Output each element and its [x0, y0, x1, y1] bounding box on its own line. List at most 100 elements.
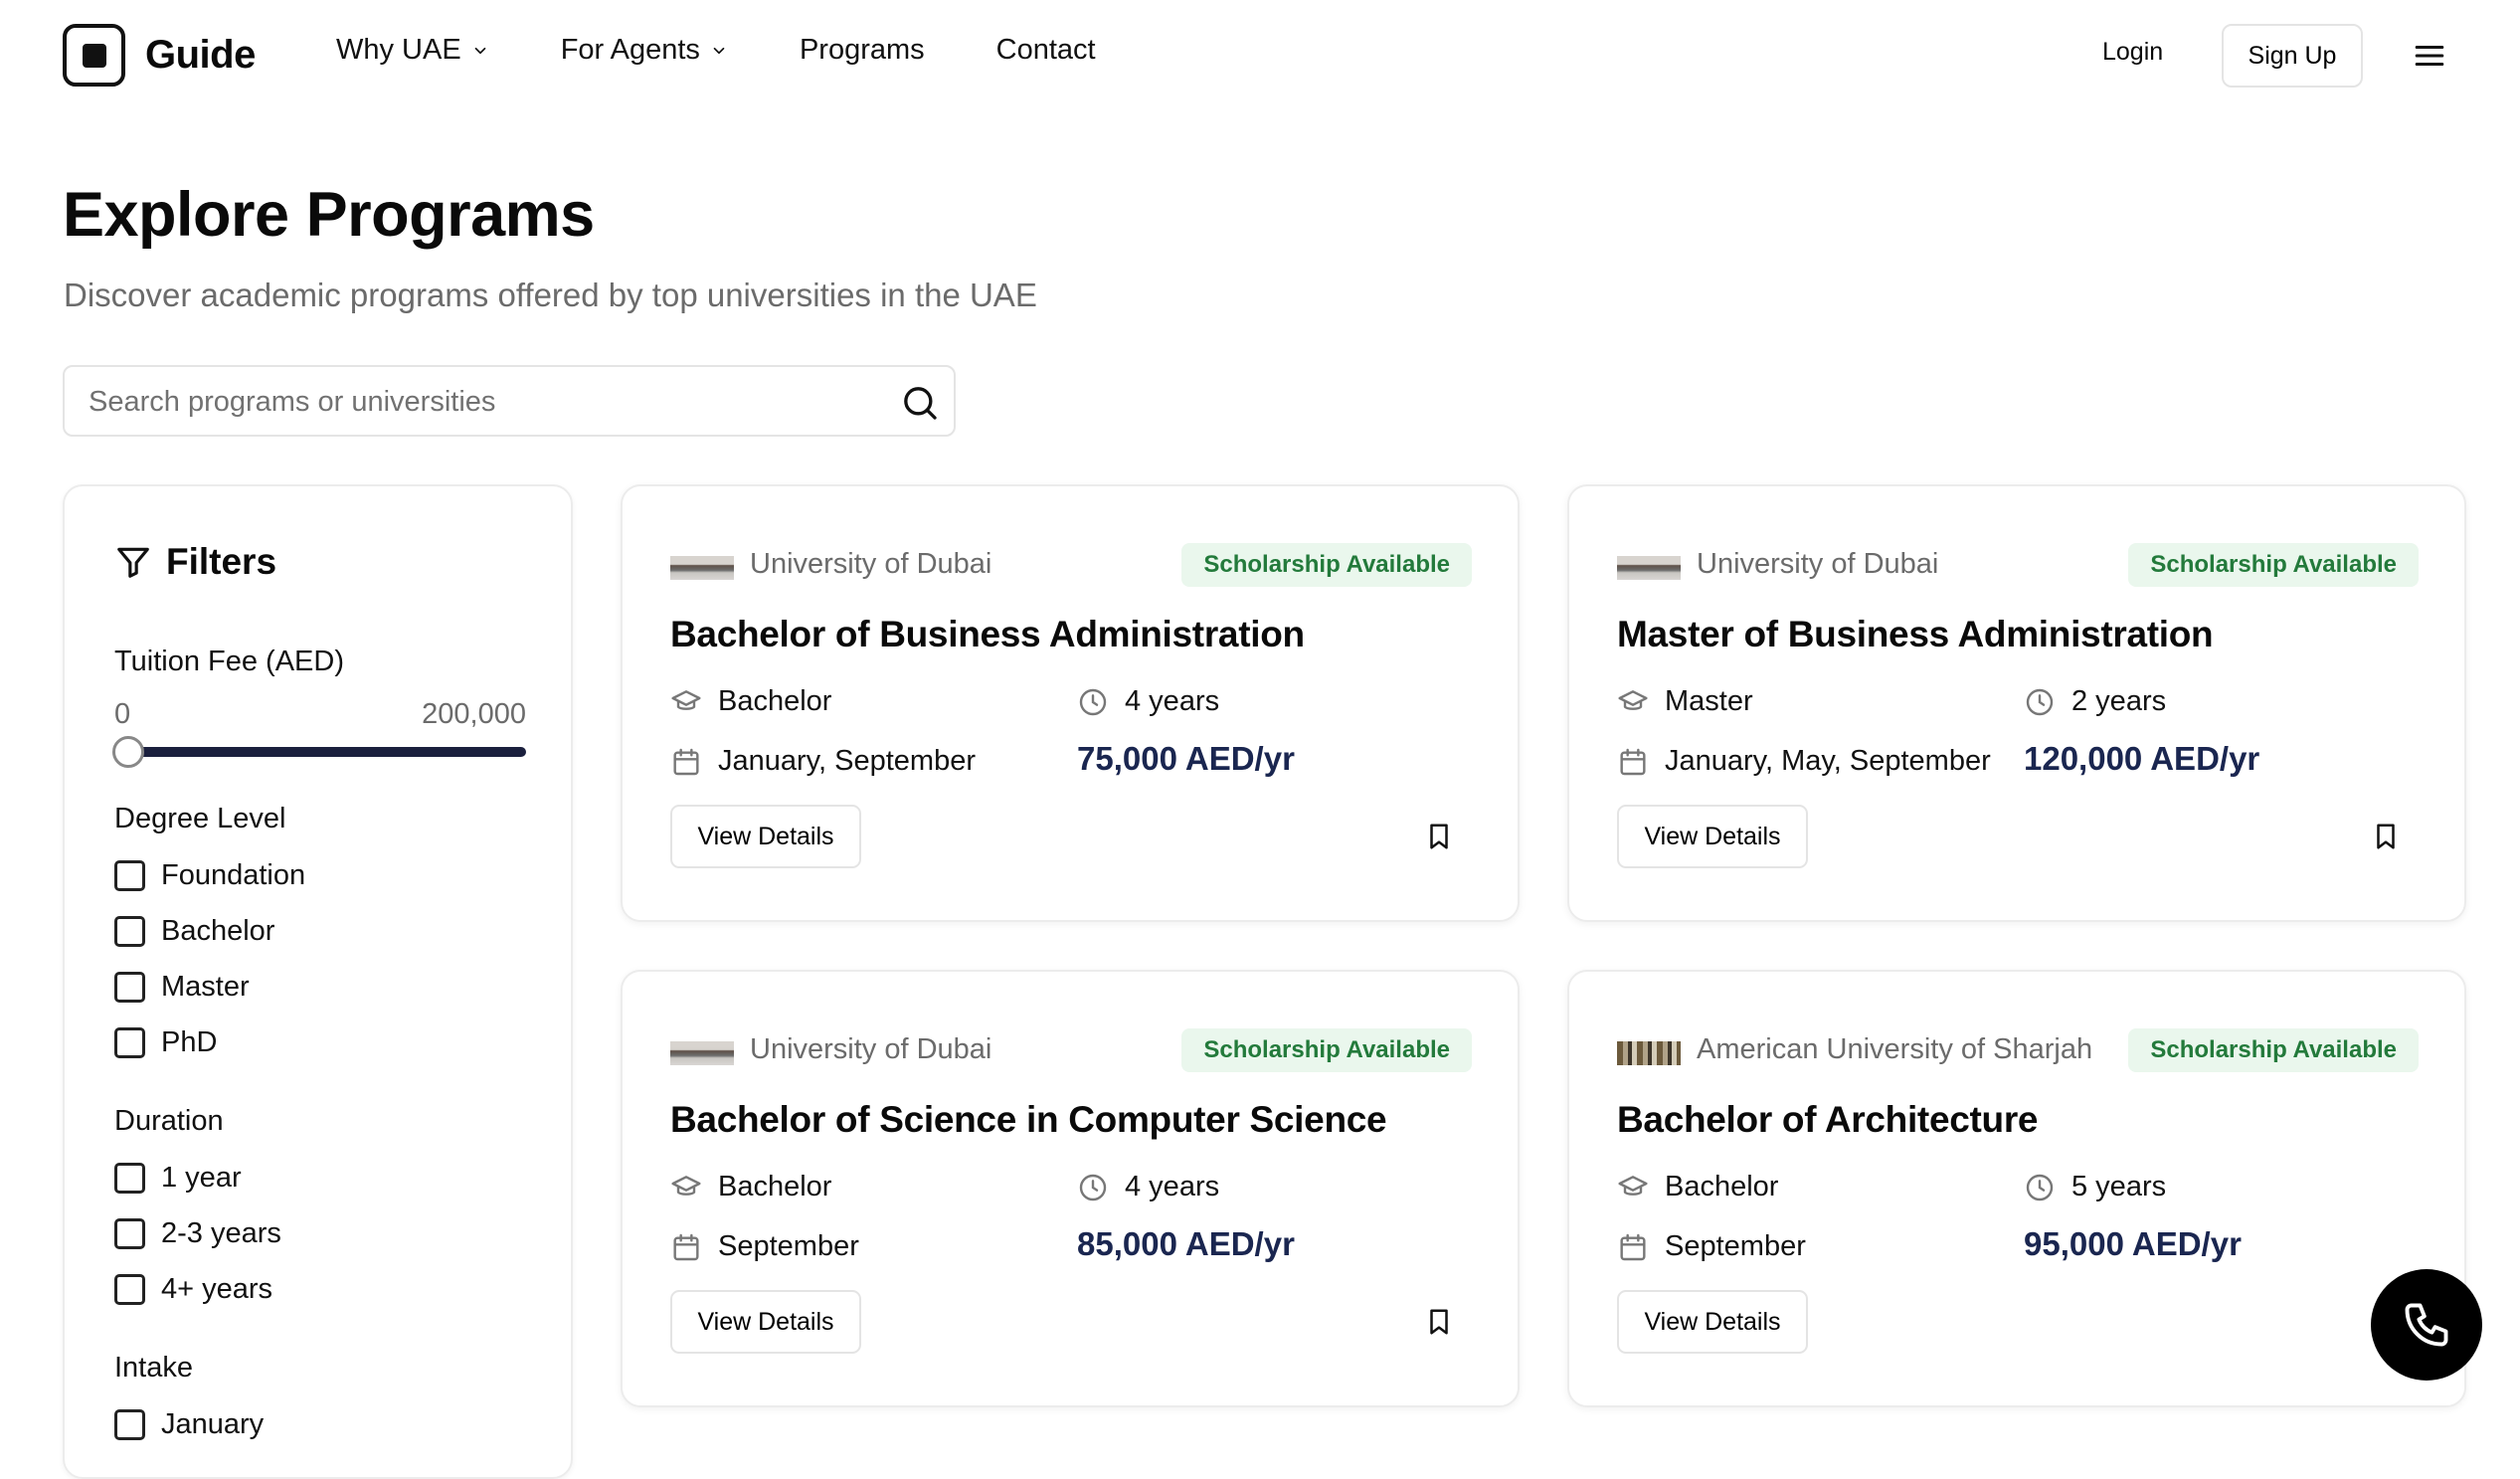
intake-text: September — [1665, 1230, 1806, 1262]
clock-icon — [1079, 688, 1107, 715]
filter-icon — [117, 547, 149, 578]
hamburger-menu-icon[interactable] — [2413, 39, 2446, 73]
intake-text: January, May, September — [1665, 745, 1991, 777]
checkbox-box[interactable] — [114, 916, 145, 947]
page-subtitle: Discover academic programs offered by to… — [64, 277, 1037, 313]
filters-title: Filters — [166, 541, 277, 582]
degree-phd-checkbox[interactable]: PhD — [114, 1026, 217, 1059]
calendar-icon — [1620, 1233, 1646, 1260]
university-name: American University of Sharjah — [1697, 1033, 2093, 1065]
degree-bachelor-checkbox[interactable]: Bachelor — [114, 915, 274, 948]
degree-level-label: Degree Level — [114, 803, 286, 834]
nav-link-label: Contact — [995, 34, 1096, 66]
duration-info: 2 years — [2024, 685, 2166, 718]
graduation-cap-icon — [1618, 689, 1648, 710]
university-logo — [1617, 1041, 1681, 1065]
filters-panel: Filters Tuition Fee (AED) 0 200,000 Degr… — [63, 484, 573, 1479]
checkbox-label: Master — [161, 971, 250, 1003]
university-name: University of Dubai — [1697, 548, 1939, 580]
brand-logo[interactable]: Guide — [63, 24, 256, 87]
program-card[interactable]: American University of Sharjah Scholarsh… — [1567, 970, 2466, 1407]
search-box — [63, 365, 956, 437]
clock-icon — [1079, 1174, 1107, 1201]
checkbox-box[interactable] — [114, 1274, 145, 1305]
top-navigation: Guide Why UAE For Agents Programs Contac… — [0, 0, 2520, 111]
nav-contact[interactable]: Contact — [996, 34, 1096, 67]
program-card[interactable]: University of Dubai Scholarship Availabl… — [621, 970, 1520, 1407]
chevron-down-icon — [474, 47, 486, 54]
nav-why-uae[interactable]: Why UAE — [336, 34, 489, 67]
degree-info: Bachelor — [670, 1171, 831, 1203]
degree-foundation-checkbox[interactable]: Foundation — [114, 859, 305, 892]
university-name: University of Dubai — [750, 548, 992, 580]
scholarship-badge: Scholarship Available — [1181, 1028, 1472, 1072]
tuition-range-labels: 0 200,000 — [114, 698, 526, 731]
scholarship-badge: Scholarship Available — [1181, 543, 1472, 587]
checkbox-box[interactable] — [114, 860, 145, 891]
tuition-max: 200,000 — [422, 698, 526, 730]
tuition-slider[interactable] — [112, 736, 526, 768]
intake-info: September — [670, 1230, 859, 1263]
tuition-price: 95,000 AED/yr — [2024, 1225, 2242, 1262]
checkbox-box[interactable] — [114, 972, 145, 1003]
degree-text: Bachelor — [718, 685, 832, 717]
program-title[interactable]: Bachelor of Architecture — [1617, 1099, 2039, 1141]
slider-thumb[interactable] — [112, 736, 144, 768]
sign-up-button[interactable]: Sign Up — [2222, 24, 2363, 88]
duration-text: 4 years — [1125, 1171, 1220, 1202]
checkbox-label: Foundation — [161, 859, 306, 891]
intake-info: September — [1617, 1230, 1806, 1263]
program-title[interactable]: Master of Business Administration — [1617, 614, 2214, 655]
checkbox-box[interactable] — [114, 1027, 145, 1058]
degree-text: Bachelor — [718, 1171, 832, 1202]
graduation-cap-icon — [671, 689, 701, 710]
checkbox-box[interactable] — [114, 1163, 145, 1194]
view-details-button[interactable]: View Details — [670, 805, 861, 868]
checkbox-box[interactable] — [114, 1409, 145, 1440]
page-title: Explore Programs — [63, 180, 595, 250]
bookmark-icon[interactable] — [2371, 822, 2401, 851]
bookmark-icon[interactable] — [1424, 1307, 1454, 1337]
duration-4-plus-years-checkbox[interactable]: 4+ years — [114, 1273, 272, 1306]
tuition-min: 0 — [114, 698, 131, 730]
degree-master-checkbox[interactable]: Master — [114, 971, 250, 1004]
search-icon[interactable] — [900, 383, 940, 423]
view-details-button[interactable]: View Details — [1617, 1290, 1808, 1354]
program-title[interactable]: Bachelor of Business Administration — [670, 614, 1305, 655]
degree-text: Master — [1665, 685, 1753, 717]
checkbox-box[interactable] — [114, 1218, 145, 1249]
call-button[interactable] — [2371, 1269, 2482, 1381]
scholarship-badge: Scholarship Available — [2128, 1028, 2419, 1072]
tuition-price: 120,000 AED/yr — [2024, 740, 2260, 777]
nav-programs[interactable]: Programs — [800, 34, 925, 67]
duration-text: 2 years — [2071, 685, 2167, 717]
calendar-icon — [1620, 748, 1646, 775]
search-input[interactable] — [89, 383, 884, 421]
university-name: University of Dubai — [750, 1033, 992, 1065]
duration-2-3-years-checkbox[interactable]: 2-3 years — [114, 1217, 281, 1250]
clock-icon — [2026, 688, 2054, 715]
intake-text: September — [718, 1230, 859, 1262]
program-card[interactable]: University of Dubai Scholarship Availabl… — [1567, 484, 2466, 922]
duration-info: 5 years — [2024, 1171, 2166, 1203]
view-details-button[interactable]: View Details — [670, 1290, 861, 1354]
slider-track[interactable] — [124, 747, 526, 757]
checkbox-label: 4+ years — [161, 1273, 273, 1305]
main-menu: Why UAE For Agents Programs Contact — [336, 34, 1096, 67]
intake-january-checkbox[interactable]: January — [114, 1408, 264, 1441]
duration-info: 4 years — [1077, 1171, 1219, 1203]
brand-name: Guide — [145, 33, 256, 77]
university-logo — [1617, 556, 1681, 580]
nav-for-agents[interactable]: For Agents — [561, 34, 728, 67]
graduation-cap-icon — [1618, 1175, 1648, 1196]
program-title[interactable]: Bachelor of Science in Computer Science — [670, 1099, 1387, 1141]
login-link[interactable]: Login — [2102, 38, 2163, 67]
duration-1-year-checkbox[interactable]: 1 year — [114, 1162, 242, 1195]
view-details-button[interactable]: View Details — [1617, 805, 1808, 868]
nav-link-label: Programs — [799, 34, 925, 66]
calendar-icon — [673, 1233, 699, 1260]
graduation-cap-icon — [671, 1175, 701, 1196]
scholarship-badge: Scholarship Available — [2128, 543, 2419, 587]
bookmark-icon[interactable] — [1424, 822, 1454, 851]
program-card[interactable]: University of Dubai Scholarship Availabl… — [621, 484, 1520, 922]
